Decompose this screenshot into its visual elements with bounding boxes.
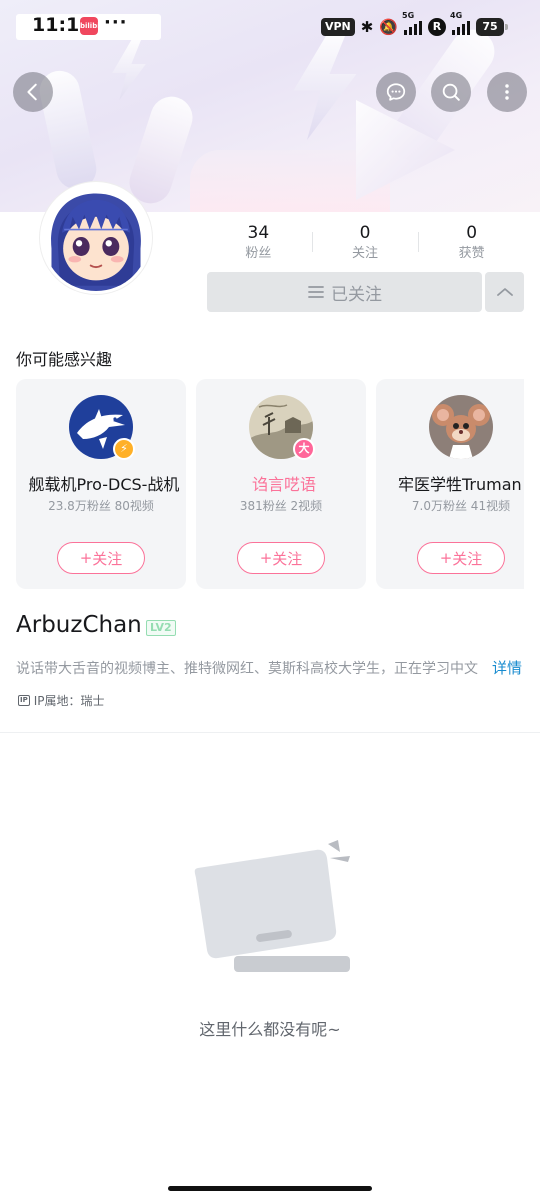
status-icons: VPN ✱ 🔕 5G R 4G 75 — [320, 11, 508, 38]
recommendations-title: 你可能感兴趣 — [16, 350, 113, 369]
cartoon-mouse-avatar-image — [429, 395, 493, 459]
bilibili-app-icon: bilibili — [80, 17, 104, 35]
followers-stat[interactable]: 34 粉丝 — [205, 222, 312, 268]
recommendation-card[interactable]: 牢医学牲Truman 7.0万粉丝 41视频 + 关注 — [376, 379, 524, 589]
plus-icon: + — [79, 549, 93, 567]
signal-5g-icon: 5G — [402, 11, 422, 35]
username: ArbuzChan — [16, 612, 142, 638]
anime-girl-avatar-image — [43, 185, 149, 291]
collapse-recommendations-button[interactable] — [485, 272, 524, 312]
following-count: 0 — [359, 223, 371, 243]
followed-button-label: 已关注 — [331, 284, 382, 305]
search-icon — [442, 83, 460, 101]
creator-lightning-badge-icon: ⚡ — [113, 438, 135, 460]
user-bio: 说话带大舌音的视频博主、推特微网红、莫斯科高校大学生，正在学习中文 — [16, 661, 478, 677]
ip-location: IP IP属地：瑞士 — [18, 692, 105, 709]
banner-decoration — [124, 91, 198, 209]
ip-location-text: IP属地：瑞士 — [33, 694, 105, 708]
followers-label: 粉丝 — [245, 246, 272, 261]
bio-details-link[interactable]: 详情 — [492, 657, 522, 678]
follow-button[interactable]: + 关注 — [57, 542, 145, 574]
r-status-icon: R — [428, 18, 446, 36]
recommendation-meta: 381粉丝 2视频 — [239, 499, 323, 513]
more-vertical-icon — [505, 84, 509, 100]
chat-bubble-icon — [386, 83, 406, 101]
follow-button-label: 关注 — [272, 549, 303, 568]
user-avatar[interactable] — [40, 182, 152, 294]
section-divider — [0, 732, 540, 733]
recommendation-name: 舰载机Pro-DCS-战机 — [28, 475, 180, 494]
signal-4g-label: 4G — [450, 11, 463, 20]
back-arrow-icon — [27, 83, 37, 101]
status-bar: 11:11 bilibili ··· VPN ✱ 🔕 5G R 4G 75 — [0, 0, 540, 52]
recommendation-list: ⚡ 舰载机Pro-DCS-战机 23.8万粉丝 80视频 + 关注 大 诌言呓语 — [16, 379, 524, 589]
likes-label: 获赞 — [458, 246, 485, 261]
followed-button[interactable]: 已关注 — [207, 272, 482, 312]
likes-count: 0 — [466, 223, 478, 243]
mute-bell-icon: 🔕 — [379, 18, 398, 36]
plus-icon: + — [259, 549, 273, 567]
battery-icon: 75 — [476, 18, 508, 36]
level-badge: LV2 — [146, 620, 176, 636]
recommendation-meta: 23.8万粉丝 80视频 — [48, 499, 154, 513]
profile-page: 11:11 bilibili ··· VPN ✱ 🔕 5G R 4G 75 34… — [0, 0, 540, 1200]
recommendation-avatar[interactable] — [429, 395, 493, 459]
followers-count: 34 — [247, 223, 270, 243]
more-options-button[interactable] — [487, 72, 527, 112]
search-button[interactable] — [431, 72, 471, 112]
recommendation-meta: 7.0万粉丝 41视频 — [411, 499, 511, 513]
empty-state-text: 这里什么都没有呢~ — [199, 1020, 341, 1039]
chevron-up-icon — [496, 288, 513, 296]
follow-button-label: 关注 — [452, 549, 483, 568]
menu-lines-icon — [308, 286, 324, 298]
recommendation-card[interactable]: ⚡ 舰载机Pro-DCS-战机 23.8万粉丝 80视频 + 关注 — [16, 379, 186, 589]
empty-laptop-icon — [194, 840, 350, 972]
message-button[interactable] — [376, 72, 416, 112]
recommendation-card[interactable]: 大 诌言呓语 381粉丝 2视频 + 关注 — [196, 379, 366, 589]
big-member-badge-icon: 大 — [293, 438, 315, 460]
following-label: 关注 — [352, 246, 379, 261]
ip-icon: IP — [18, 695, 30, 706]
bluetooth-icon: ✱ — [360, 18, 374, 36]
follow-button[interactable]: + 关注 — [237, 542, 325, 574]
following-stat[interactable]: 0 关注 — [311, 222, 419, 268]
plus-icon: + — [439, 549, 453, 567]
more-notifications-icon: ··· — [104, 12, 128, 33]
follow-button-label: 关注 — [92, 549, 123, 568]
signal-4g-icon: 4G — [450, 11, 470, 35]
recommendation-name: 牢医学牲Truman — [398, 475, 522, 494]
follow-button[interactable]: + 关注 — [417, 542, 505, 574]
signal-5g-label: 5G — [402, 11, 415, 20]
vpn-icon: VPN — [320, 18, 355, 36]
profile-stats: 34 粉丝 0 关注 0 获赞 — [205, 222, 525, 268]
likes-stat[interactable]: 0 获赞 — [418, 222, 525, 268]
recommendation-name: 诌言呓语 — [251, 475, 316, 494]
home-indicator[interactable] — [168, 1186, 372, 1191]
back-button[interactable] — [13, 72, 53, 112]
